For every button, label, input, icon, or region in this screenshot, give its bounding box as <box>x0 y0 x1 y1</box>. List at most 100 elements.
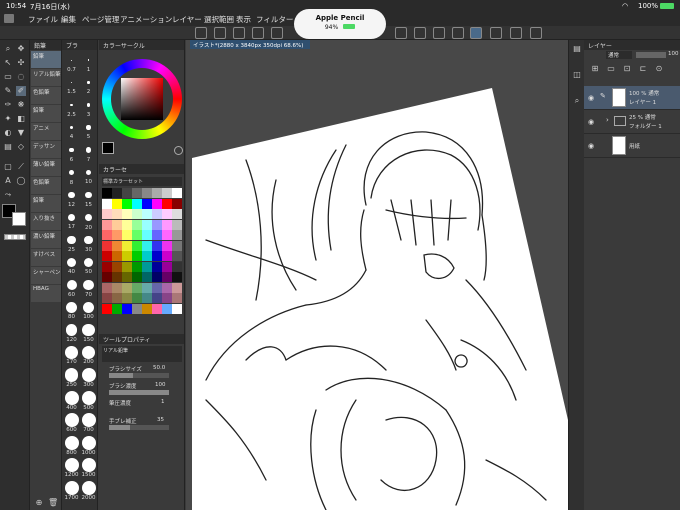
color-swatch[interactable] <box>132 272 142 282</box>
eraser-icon[interactable]: ◧ <box>16 114 26 124</box>
brush-size-option[interactable]: 800 <box>63 435 80 458</box>
color-swatch[interactable] <box>142 272 152 282</box>
color-swatch[interactable] <box>112 219 122 230</box>
color-swatch[interactable] <box>142 261 152 272</box>
brush-size-option[interactable]: 2000 <box>80 480 97 503</box>
new-folder-icon[interactable]: ▭ <box>606 64 616 74</box>
brush-size-option[interactable]: 2.5 <box>63 98 80 120</box>
crop-icon[interactable] <box>530 27 542 39</box>
ruler-icon[interactable] <box>452 27 464 39</box>
color-swatch[interactable] <box>112 240 122 251</box>
color-swatch[interactable] <box>102 303 112 314</box>
color-swatch[interactable] <box>122 251 132 261</box>
color-swatch[interactable] <box>142 198 152 209</box>
color-swatch[interactable] <box>152 293 162 303</box>
brush-size-option[interactable]: 100 <box>80 301 97 323</box>
brush-size-option[interactable]: 5 <box>80 121 97 143</box>
color-swatch[interactable] <box>102 219 112 230</box>
brush-size-option[interactable]: 1500 <box>80 458 97 480</box>
color-swatch[interactable] <box>152 230 162 240</box>
zoom-icon[interactable]: ⌕ <box>3 44 13 54</box>
current-color-icon[interactable] <box>102 142 114 154</box>
operation-icon[interactable]: ↖ <box>3 58 13 68</box>
color-swatch[interactable] <box>152 240 162 251</box>
stabilization-slider[interactable] <box>109 425 169 430</box>
document-tab[interactable]: イラスト*(2880 x 3840px 350dpi 68.6%) <box>190 40 310 49</box>
subtool-item[interactable]: デッサン <box>31 141 61 158</box>
color-swatch[interactable] <box>152 188 162 198</box>
blend-icon[interactable]: ◐ <box>3 128 13 138</box>
color-swatch[interactable] <box>142 303 152 314</box>
color-swatch[interactable] <box>122 188 132 198</box>
color-swatch[interactable] <box>172 209 182 219</box>
brush-size-slider[interactable] <box>109 373 169 378</box>
color-swatch[interactable] <box>112 272 122 282</box>
color-swatch[interactable] <box>122 230 132 240</box>
brush-size-option[interactable]: 700 <box>80 413 97 435</box>
color-swatch[interactable] <box>162 282 172 293</box>
brush-size-option[interactable]: 6 <box>63 143 80 165</box>
subtool-item[interactable]: すけベス <box>31 249 61 266</box>
ruler-tool-icon[interactable]: ⟋ <box>16 162 26 172</box>
fill-icon[interactable] <box>414 27 426 39</box>
color-swatch[interactable] <box>152 261 162 272</box>
opacity-slider[interactable] <box>636 52 666 58</box>
brush-size-option[interactable]: 2 <box>80 76 97 98</box>
eyedropper-icon[interactable]: ✎ <box>3 86 13 96</box>
delete-subtool-icon[interactable]: 🗑 <box>48 498 58 508</box>
deselect-icon[interactable] <box>433 27 445 39</box>
brush-size-option[interactable]: 250 <box>63 368 80 390</box>
color-swatch[interactable] <box>162 303 172 314</box>
subtool-item[interactable]: 濃い鉛筆 <box>31 231 61 248</box>
color-swatch[interactable] <box>132 240 142 251</box>
color-swatch[interactable] <box>112 261 122 272</box>
brush-size-option[interactable]: 1 <box>80 53 97 75</box>
menu-layer[interactable]: レイヤー <box>172 14 202 25</box>
subtool-item[interactable]: 薄い鉛筆 <box>31 159 61 176</box>
subtool-item[interactable]: 色鉛筆 <box>31 87 61 104</box>
new-layer-icon[interactable]: ⊞ <box>590 64 600 74</box>
brush-size-option[interactable]: 4 <box>63 121 80 143</box>
color-swatch[interactable] <box>112 282 122 293</box>
visibility-eye-icon[interactable]: ◉ <box>588 142 594 150</box>
subtool-item[interactable]: アニメ <box>31 123 61 140</box>
menu-file[interactable]: ファイル <box>28 14 58 25</box>
color-swatch[interactable] <box>142 188 152 198</box>
select-icon[interactable]: ▭ <box>3 72 13 82</box>
opacity-value[interactable]: 100 <box>668 51 679 57</box>
color-swatch[interactable] <box>132 282 142 293</box>
brush-size-option[interactable]: 3 <box>80 98 97 120</box>
color-swatch[interactable] <box>132 209 142 219</box>
brush-density-slider[interactable] <box>109 390 169 395</box>
color-swatch[interactable] <box>152 282 162 293</box>
undo-icon[interactable] <box>271 27 283 39</box>
open-icon[interactable] <box>233 27 245 39</box>
balloon-icon[interactable]: ◯ <box>16 176 26 186</box>
folder-expand-icon[interactable]: › <box>606 116 609 124</box>
color-swatch[interactable] <box>162 293 172 303</box>
brush-size-option[interactable]: 8 <box>63 166 80 188</box>
color-swatch[interactable] <box>152 303 162 314</box>
color-swatch[interactable] <box>172 230 182 240</box>
color-swatch[interactable] <box>172 303 182 314</box>
color-swatch[interactable] <box>172 219 182 230</box>
color-swatch[interactable] <box>132 230 142 240</box>
color-swatch[interactable] <box>172 198 182 209</box>
canvas-sketch[interactable] <box>186 40 568 510</box>
brush-size-value[interactable]: 50.0 <box>153 365 165 371</box>
color-swatch[interactable] <box>112 230 122 240</box>
reference-icon[interactable]: ⊙ <box>654 64 664 74</box>
color-swatch[interactable] <box>122 303 132 314</box>
app-logo-icon[interactable] <box>4 14 14 23</box>
color-swatch[interactable] <box>122 261 132 272</box>
color-swatch[interactable] <box>102 261 112 272</box>
color-swatch[interactable] <box>172 272 182 282</box>
brush-size-option[interactable]: 25 <box>63 233 80 255</box>
correction-value[interactable]: 1 <box>161 399 165 405</box>
color-swatch[interactable] <box>172 261 182 272</box>
brush-size-option[interactable]: 80 <box>63 301 80 323</box>
subtool-item[interactable]: 鉛筆 <box>31 51 61 68</box>
clip-icon[interactable]: ⊏ <box>638 64 648 74</box>
pen-icon[interactable]: ✐ <box>16 86 26 96</box>
color-swatch[interactable] <box>102 188 112 198</box>
